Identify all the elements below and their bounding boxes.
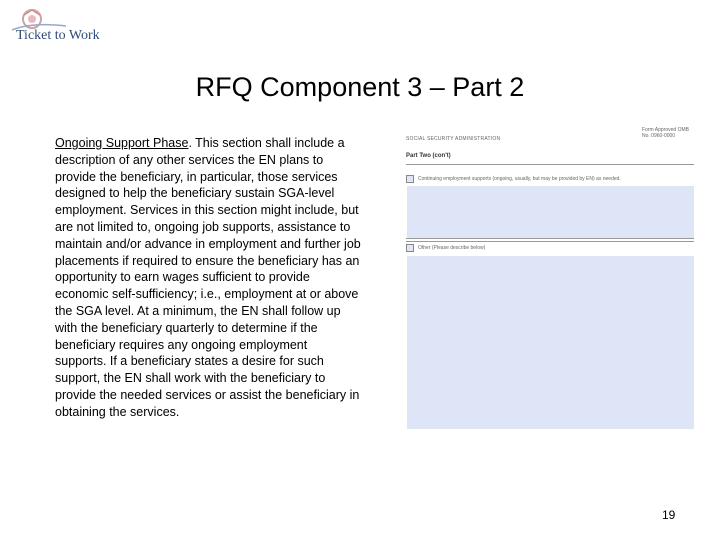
form-checkbox-label: Other (Please describe below) — [418, 245, 486, 251]
form-approval-note: Form Approved OMB No. 0960-0000 — [642, 127, 689, 139]
form-text-area — [407, 186, 694, 238]
ticket-to-work-logo: Ticket to Work — [8, 6, 108, 50]
form-image: SOCIAL SECURITY ADMINISTRATION Form Appr… — [400, 124, 694, 432]
body-lead-phrase: Ongoing Support Phase — [55, 136, 189, 150]
form-divider — [406, 241, 694, 242]
form-divider — [406, 238, 694, 239]
form-checkbox-row: Continuing employment supports (ongoing,… — [406, 174, 694, 184]
logo-text: Ticket to Work — [16, 28, 100, 43]
form-checkbox-row: Other (Please describe below) — [406, 243, 694, 253]
form-section-title: Part Two (con't) — [406, 153, 451, 159]
form-checkbox-label: Continuing employment supports (ongoing,… — [418, 176, 621, 182]
form-agency-header: SOCIAL SECURITY ADMINISTRATION — [406, 136, 501, 142]
checkbox-icon — [406, 244, 414, 252]
page-number: 19 — [662, 508, 676, 522]
body-text: . This section shall include a descripti… — [55, 136, 361, 419]
form-divider — [406, 164, 694, 165]
body-paragraph: Ongoing Support Phase. This section shal… — [55, 135, 361, 421]
form-text-area — [407, 256, 694, 429]
slide-title: RFQ Component 3 – Part 2 — [195, 72, 525, 102]
checkbox-icon — [406, 175, 414, 183]
